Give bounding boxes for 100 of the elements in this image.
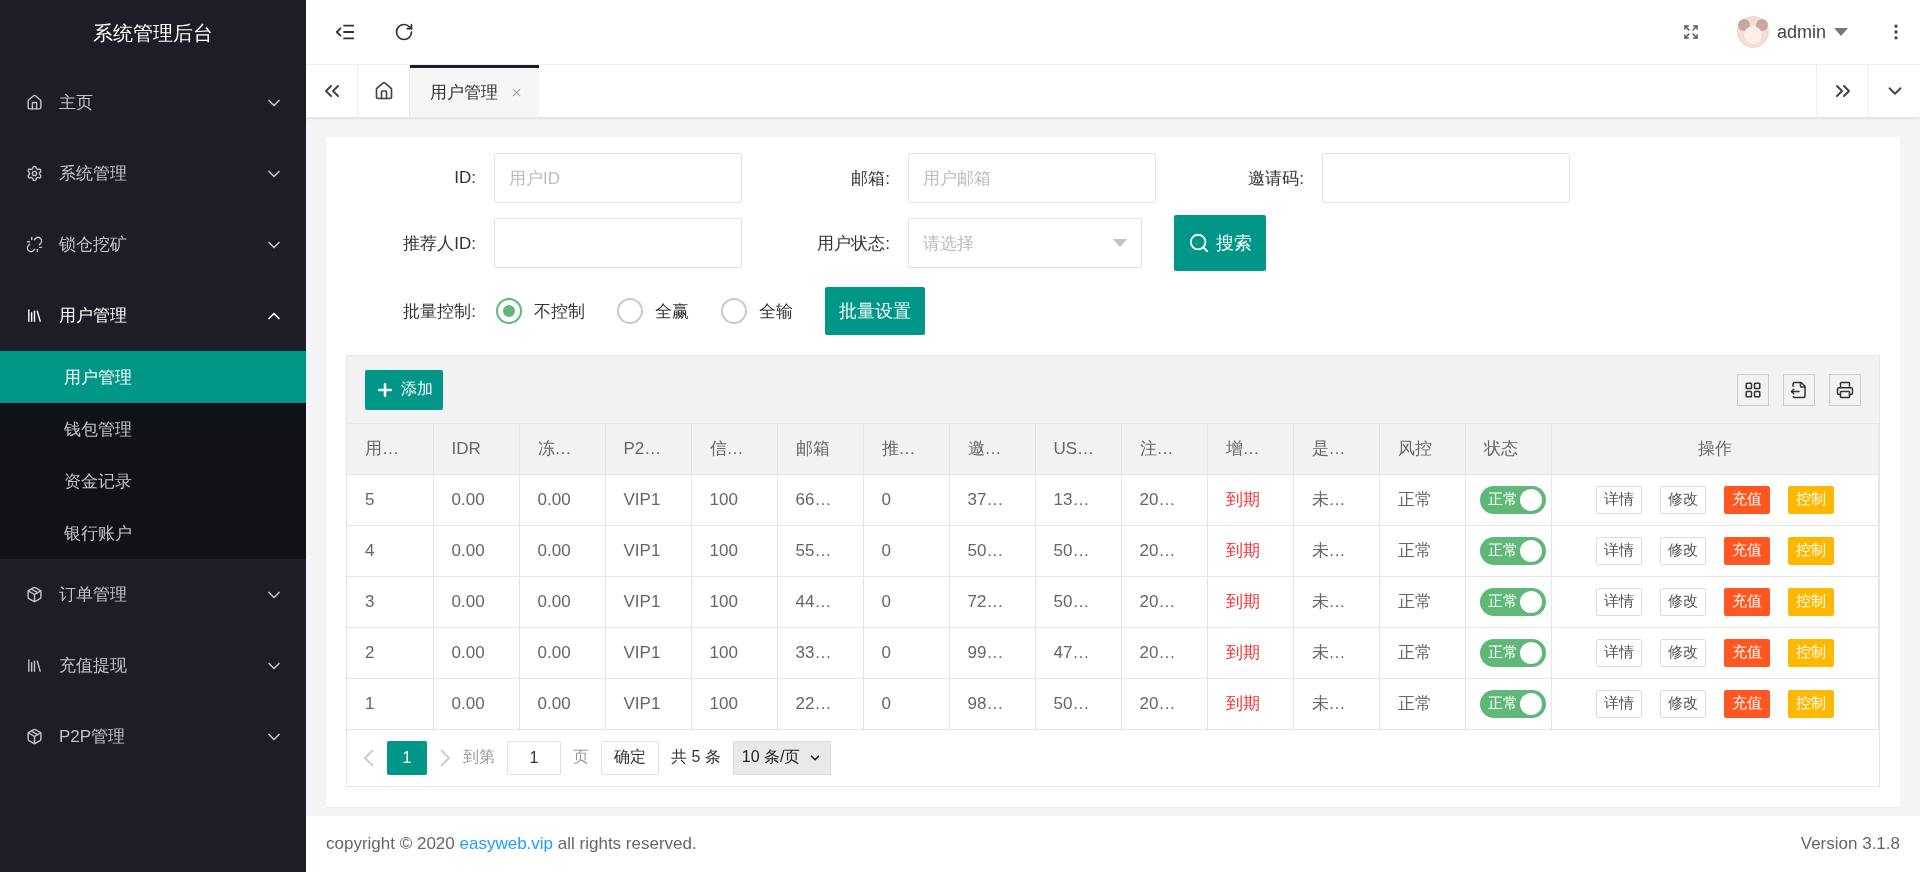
action-button[interactable]: 修改 <box>1659 638 1706 667</box>
column-header: 推… <box>863 424 949 474</box>
table-cell: 20… <box>1121 678 1207 729</box>
radio-option[interactable]: 全输 <box>721 298 793 324</box>
version-text: Version 3.1.8 <box>1800 834 1900 854</box>
field-label: 邮箱: <box>850 167 890 190</box>
column-header: 邮箱 <box>777 424 863 474</box>
table-cell: 0.00 <box>519 576 605 627</box>
table-cell: VIP1 <box>605 678 691 729</box>
table-cell: 正常 <box>1379 627 1465 678</box>
action-button[interactable]: 修改 <box>1659 587 1706 616</box>
sidebar-item[interactable]: 订单管理 <box>0 559 306 630</box>
user-name[interactable]: admin <box>1776 21 1826 43</box>
batch-set-button[interactable]: 批量设置 <box>825 287 925 335</box>
export-button[interactable] <box>1783 373 1815 406</box>
table-cell: 50… <box>1035 525 1121 576</box>
radio-option[interactable]: 全赢 <box>617 298 689 324</box>
input-field[interactable] <box>494 218 742 268</box>
action-button[interactable]: 详情 <box>1595 587 1642 616</box>
action-button[interactable]: 详情 <box>1595 638 1642 667</box>
total-count: 共 5 条 <box>671 747 721 767</box>
action-button[interactable]: 修改 <box>1659 536 1706 565</box>
table-cell: 55… <box>777 525 863 576</box>
column-header: 状态 <box>1465 424 1551 474</box>
table-cell: 1 <box>347 678 433 729</box>
submenu-item[interactable]: 用户管理 <box>0 351 306 403</box>
field-label: 用户状态: <box>816 232 890 255</box>
column-header: 信… <box>691 424 777 474</box>
app-title: 系统管理后台 <box>92 21 214 46</box>
table-cell: 44… <box>777 576 863 627</box>
fullscreen-icon[interactable] <box>1682 24 1699 40</box>
sidebar-item[interactable]: P2P管理 <box>0 701 306 772</box>
table-cell: 0.00 <box>519 525 605 576</box>
action-button[interactable]: 修改 <box>1659 689 1706 718</box>
submenu-item[interactable]: 资金记录 <box>0 455 306 507</box>
input-field[interactable] <box>1322 153 1570 203</box>
column-header: IDR <box>433 424 519 474</box>
add-button[interactable]: 添加 <box>365 369 443 410</box>
table-cell: 50… <box>949 525 1035 576</box>
action-button[interactable]: 详情 <box>1595 485 1642 514</box>
sidebar-item[interactable]: 系统管理 <box>0 138 306 209</box>
column-header: 冻… <box>519 424 605 474</box>
book-icon <box>26 307 43 324</box>
caret-icon[interactable] <box>1834 28 1848 36</box>
home-icon <box>26 94 43 111</box>
table-cell: 100 <box>691 474 777 525</box>
table-cell: 正常 <box>1379 474 1465 525</box>
sidebar-item[interactable]: 主页 <box>0 67 306 138</box>
action-button[interactable]: 详情 <box>1595 689 1642 718</box>
column-header: 是… <box>1293 424 1379 474</box>
radio-icon[interactable] <box>496 298 522 324</box>
sidebar-item[interactable]: 用户管理 <box>0 280 306 351</box>
table-cell: 99… <box>949 627 1035 678</box>
field-label: 邀请码: <box>1247 167 1304 190</box>
table-cell: 正常 <box>1379 678 1465 729</box>
export-icon <box>1790 380 1808 399</box>
table-cell: 100 <box>691 678 777 729</box>
page-size-select[interactable]: 10 条/页 <box>732 740 832 775</box>
sidebar-item[interactable]: 锁仓挖矿 <box>0 209 306 280</box>
columns-button[interactable] <box>1737 373 1769 406</box>
print-icon <box>1836 380 1854 399</box>
radio-icon[interactable] <box>721 298 747 324</box>
column-header: 风控 <box>1379 424 1465 474</box>
table-cell: 0 <box>863 576 949 627</box>
confirm-button[interactable]: 确定 <box>601 740 659 775</box>
table-cell: 20… <box>1121 474 1207 525</box>
home-icon[interactable] <box>373 81 394 101</box>
radio-icon[interactable] <box>617 298 643 324</box>
table-cell: 20… <box>1121 576 1207 627</box>
print-button[interactable] <box>1829 373 1861 406</box>
field-label: 批量控制: <box>402 300 476 323</box>
radio-option[interactable]: 不控制 <box>496 298 585 324</box>
page-button[interactable]: 1 <box>387 740 427 775</box>
action-button[interactable]: 修改 <box>1659 485 1706 514</box>
table-cell: 0 <box>863 474 949 525</box>
table-cell: VIP1 <box>605 576 691 627</box>
action-button[interactable]: 详情 <box>1595 536 1642 565</box>
page-unit: 页 <box>573 747 589 767</box>
column-header: P2… <box>605 424 691 474</box>
submenu-item[interactable]: 钱包管理 <box>0 403 306 455</box>
field-label: 推荐人ID: <box>402 232 476 255</box>
table-cell: 到期 <box>1207 525 1293 576</box>
table-cell: 正常 <box>1379 525 1465 576</box>
radio-label: 不控制 <box>534 300 585 323</box>
table-cell: 未… <box>1293 525 1379 576</box>
table-cell: VIP1 <box>605 525 691 576</box>
sidebar-item[interactable]: 充值提现 <box>0 630 306 701</box>
table-cell: 0.00 <box>433 678 519 729</box>
book-icon <box>26 657 43 674</box>
search-icon <box>1188 232 1210 254</box>
field-label: ID: <box>453 168 476 188</box>
search-button[interactable]: 搜索 <box>1174 215 1266 271</box>
grid-icon <box>1744 380 1762 399</box>
table-cell: 未… <box>1293 474 1379 525</box>
column-header: 注… <box>1121 424 1207 474</box>
page-input[interactable]: 1 <box>507 740 561 775</box>
refresh-icon[interactable] <box>394 22 414 42</box>
submenu-item[interactable]: 银行账户 <box>0 507 306 559</box>
page-tab[interactable]: 用户管理 <box>410 65 539 117</box>
table-cell: 到期 <box>1207 627 1293 678</box>
